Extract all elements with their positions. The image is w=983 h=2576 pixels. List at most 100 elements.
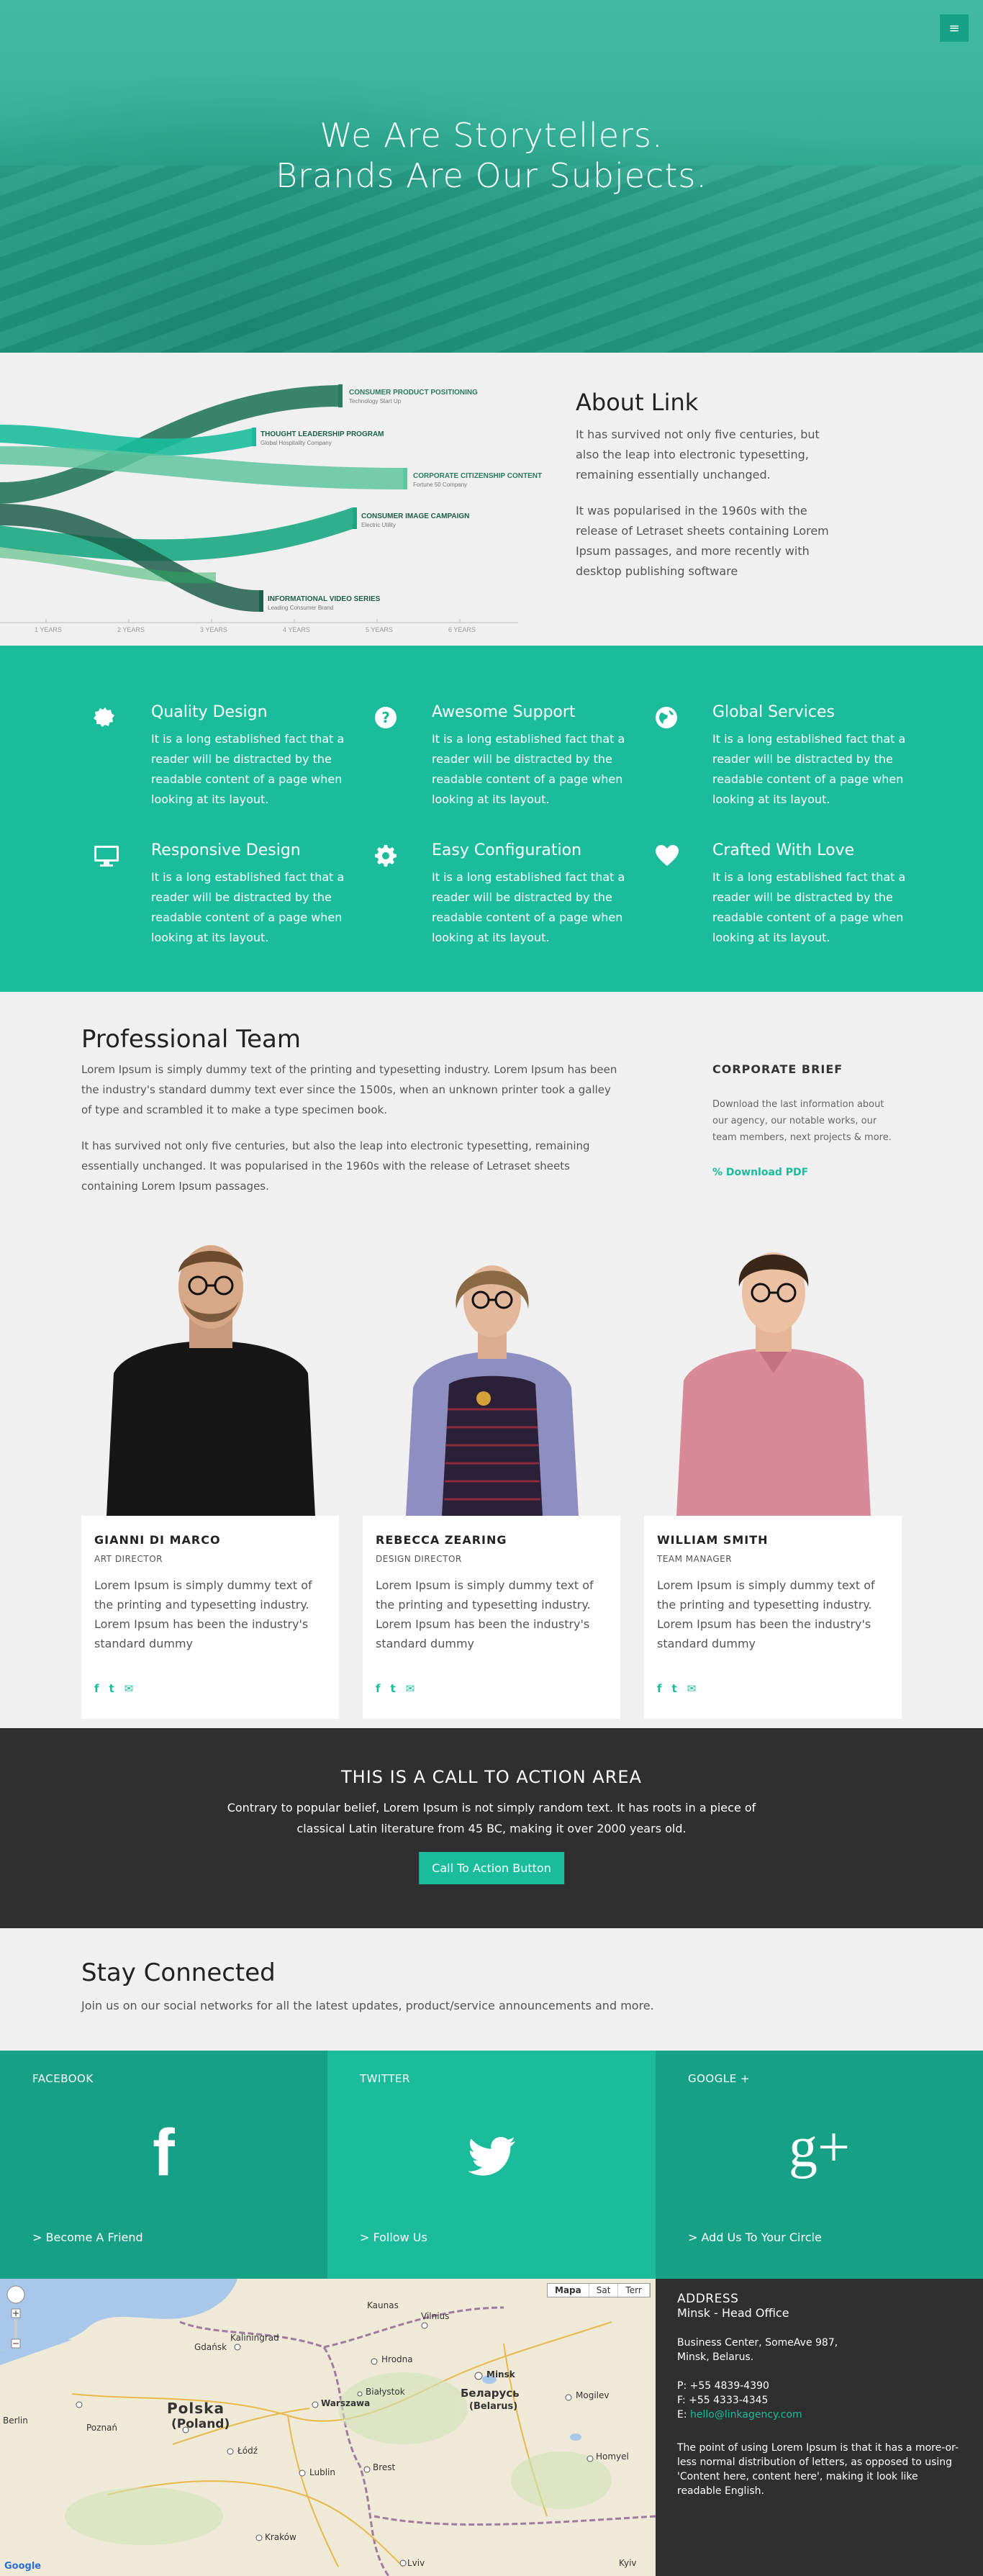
team-member-info: REBECCA ZEARING DESIGN DIRECTOR Lorem Ip… bbox=[363, 1516, 620, 1719]
team-member-bio: Lorem Ipsum is simply dummy text of the … bbox=[657, 1578, 875, 1650]
globe-icon bbox=[655, 706, 678, 729]
map-label-bialystok: Białystok bbox=[366, 2387, 405, 2397]
map-label-polska: Polska bbox=[167, 2400, 225, 2417]
address-email-row: E: hello@linkagency.com bbox=[677, 2408, 961, 2422]
email-icon[interactable]: ✉ bbox=[687, 1682, 697, 1695]
feature-text: It is a long established fact that a rea… bbox=[712, 870, 906, 944]
map-type-toggle[interactable]: Mapa Sat Terr bbox=[547, 2283, 651, 2297]
feature-title: Crafted With Love bbox=[712, 841, 855, 859]
menu-button[interactable]: ≡ bbox=[940, 14, 969, 42]
map-label-gdansk: Gdańsk bbox=[194, 2342, 227, 2352]
email-icon[interactable]: ✉ bbox=[406, 1682, 415, 1695]
feature-title: Quality Design bbox=[151, 703, 268, 721]
team-intro-paragraph-1: Lorem Ipsum is simply dummy text of the … bbox=[81, 1063, 617, 1116]
map-type-terrain[interactable]: Terr bbox=[618, 2284, 650, 2297]
team-section: Professional Team Lorem Ipsum is simply … bbox=[0, 992, 983, 1728]
google-map[interactable]: Mapa Sat Terr Polska (Poland) Беларусь (… bbox=[0, 2279, 656, 2576]
chart-sublabel-4: Electric Utility bbox=[361, 522, 396, 528]
map-label-mogilev: Mogilev bbox=[576, 2390, 610, 2400]
map-label-belarus: Беларусь bbox=[461, 2387, 520, 2400]
chart-sublabel-5: Leading Consumer Brand bbox=[268, 605, 333, 611]
corporate-brief-title: CORPORATE BRIEF bbox=[712, 1062, 843, 1076]
google-plus-block[interactable]: GOOGLE + g+ > Add Us To Your Circle bbox=[656, 2051, 983, 2279]
team-intro: Lorem Ipsum is simply dummy text of the … bbox=[81, 1059, 621, 1212]
chart-x-tick-label: 3 YEARS bbox=[200, 626, 227, 633]
address-title: ADDRESS bbox=[677, 2292, 739, 2306]
map-label-gomel: Homyel bbox=[596, 2451, 629, 2462]
map-zoom-controls[interactable] bbox=[4, 2284, 27, 2349]
address-note: The point of using Lorem Ipsum is that i… bbox=[677, 2442, 959, 2497]
gear-badge-icon bbox=[94, 706, 117, 729]
facebook-icon: f bbox=[153, 2116, 175, 2189]
address-phone: P: +55 4839-4390 bbox=[677, 2380, 769, 2392]
team-member-social: f t ✉ bbox=[657, 1682, 889, 1695]
cog-icon bbox=[374, 844, 397, 867]
hero-headline-line1: We Are Storytellers. bbox=[320, 116, 663, 155]
team-intro-paragraph-2: It has survived not only five centuries,… bbox=[81, 1139, 590, 1193]
team-member-info: WILLIAM SMITH TEAM MANAGER Lorem Ipsum i… bbox=[644, 1516, 902, 1719]
twitter-icon[interactable]: t bbox=[109, 1682, 114, 1695]
cta-text: Contrary to popular belief, Lorem Ipsum … bbox=[227, 1801, 756, 1835]
cta-title: THIS IS A CALL TO ACTION AREA bbox=[340, 1767, 642, 1787]
call-to-action-button[interactable]: Call To Action Button bbox=[419, 1852, 564, 1884]
monitor-icon bbox=[94, 844, 119, 867]
map-type-map[interactable]: Mapa bbox=[548, 2284, 589, 2297]
follow-us-link[interactable]: > Follow Us bbox=[360, 2231, 427, 2244]
chart-x-tick-label: 5 YEARS bbox=[366, 626, 393, 633]
chart-sublabel-2: Global Hospitality Company bbox=[261, 440, 332, 446]
facebook-icon[interactable]: f bbox=[376, 1682, 381, 1695]
chart-label-4: CONSUMER IMAGE CAMPAIGN bbox=[361, 512, 469, 520]
team-member-bio: Lorem Ipsum is simply dummy text of the … bbox=[94, 1578, 312, 1650]
facebook-icon[interactable]: f bbox=[657, 1682, 662, 1695]
feature-crafted-with-love: Crafted With Love It is a long establish… bbox=[655, 841, 905, 957]
chart-label-bar-4 bbox=[353, 507, 357, 529]
feature-text: It is a long established fact that a rea… bbox=[432, 732, 625, 806]
map-label-brest: Brest bbox=[373, 2462, 396, 2472]
add-us-to-circle-link[interactable]: > Add Us To Your Circle bbox=[688, 2231, 822, 2244]
map-label-lviv: Lviv bbox=[407, 2558, 425, 2568]
twitter-block-title: TWITTER bbox=[360, 2072, 410, 2085]
chart-label-bar-2 bbox=[252, 428, 256, 446]
question-circle-icon: ? bbox=[374, 706, 397, 729]
stay-connected-section: Stay Connected Join us on our social net… bbox=[0, 1928, 983, 2051]
map-label-kyiv: Kyiv bbox=[619, 2558, 637, 2568]
download-pdf-link[interactable]: % Download PDF bbox=[712, 1167, 808, 1178]
feature-global-services: Global Services It is a long established… bbox=[655, 703, 905, 818]
feature-title: Global Services bbox=[712, 703, 835, 721]
google-logo: Google bbox=[4, 2561, 42, 2572]
chart-x-tick-label: 1 YEARS bbox=[35, 626, 62, 633]
about-title: About Link bbox=[576, 389, 699, 416]
map-label-poland: (Poland) bbox=[171, 2417, 230, 2431]
map-label-berlin: Berlin bbox=[3, 2415, 28, 2426]
chart-sublabel-3: Fortune 50 Company bbox=[413, 482, 467, 488]
team-member-card: REBECCA ZEARING DESIGN DIRECTOR Lorem Ip… bbox=[363, 1229, 620, 1719]
feature-awesome-support: ? Awesome Support It is a long establish… bbox=[374, 703, 625, 818]
twitter-bird-icon bbox=[327, 2115, 656, 2179]
twitter-block[interactable]: TWITTER > Follow Us bbox=[327, 2051, 656, 2279]
chart-x-tick-label: 4 YEARS bbox=[283, 626, 310, 633]
team-member-photo bbox=[644, 1229, 902, 1516]
map-type-satellite[interactable]: Sat bbox=[589, 2284, 619, 2297]
team-member-photo bbox=[363, 1229, 620, 1516]
svg-text:?: ? bbox=[381, 709, 390, 726]
chart-label-2: THOUGHT LEADERSHIP PROGRAM bbox=[261, 430, 384, 438]
about-section: CONSUMER PRODUCT POSITIONING Technology … bbox=[0, 353, 983, 646]
address-email-link[interactable]: hello@linkagency.com bbox=[690, 2409, 802, 2421]
twitter-icon[interactable]: t bbox=[672, 1682, 677, 1695]
hero-headline-line2: Brands Are Our Subjects. bbox=[276, 156, 707, 195]
twitter-icon[interactable]: t bbox=[391, 1682, 396, 1695]
email-icon[interactable]: ✉ bbox=[124, 1682, 134, 1695]
features-section: Quality Design It is a long established … bbox=[0, 646, 983, 992]
about-text: About Link It has survived not only five… bbox=[576, 389, 835, 597]
map-label-warszawa: Warszawa bbox=[321, 2398, 371, 2408]
facebook-block[interactable]: FACEBOOK f > Become A Friend bbox=[0, 2051, 327, 2279]
social-blocks: FACEBOOK f > Become A Friend TWITTER > F… bbox=[0, 2051, 983, 2279]
stay-connected-title: Stay Connected bbox=[81, 1958, 276, 1987]
become-a-friend-link[interactable]: > Become A Friend bbox=[32, 2231, 143, 2244]
team-member-social: f t ✉ bbox=[94, 1682, 326, 1695]
feature-text: It is a long established fact that a rea… bbox=[712, 732, 906, 806]
feature-title: Responsive Design bbox=[151, 841, 301, 859]
facebook-icon[interactable]: f bbox=[94, 1682, 99, 1695]
address-email-prefix: E: bbox=[677, 2409, 691, 2421]
feature-title: Easy Configuration bbox=[432, 841, 582, 859]
